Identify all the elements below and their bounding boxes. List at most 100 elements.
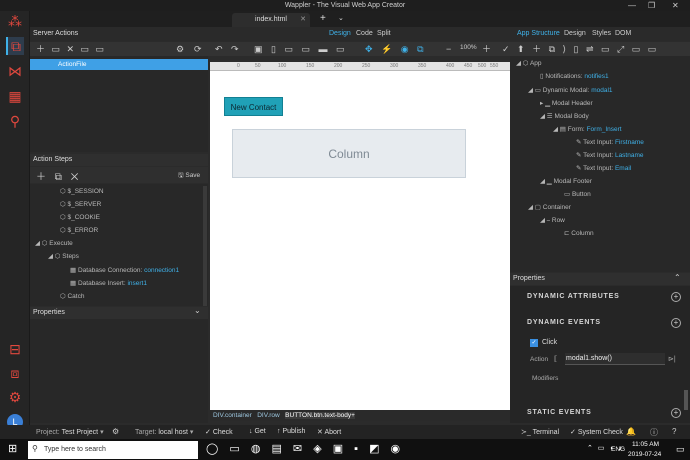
list-item[interactable]: ⬡ $_COOKIE bbox=[60, 214, 100, 222]
project-selector[interactable]: Project: Test Project ▾ bbox=[36, 428, 104, 436]
column-placeholder[interactable]: Column bbox=[232, 129, 466, 178]
mode-dom[interactable]: DOM bbox=[615, 30, 631, 37]
static-events-header[interactable]: STATIC EVENTS bbox=[527, 409, 592, 416]
tree-notifications[interactable]: ▯ Notifications: notifies1 bbox=[540, 73, 609, 81]
tree-input[interactable]: ✎ Text Input: Lastname bbox=[576, 152, 644, 160]
dynamic-attributes-header[interactable]: DYNAMIC ATTRIBUTES bbox=[527, 293, 620, 300]
target-selector[interactable]: Target: local host ▾ bbox=[135, 428, 193, 436]
execute-item[interactable]: ◢ ⬡ Execute bbox=[35, 240, 73, 248]
terminal-button[interactable]: ≻_ Terminal bbox=[521, 428, 559, 436]
maximize-icon[interactable]: ❐ bbox=[648, 0, 655, 11]
server-actions-toolbar[interactable]: ＋ ▭ ✕ ▭ ▭ bbox=[36, 42, 104, 56]
list-item[interactable]: ⬡ $_SERVER bbox=[60, 201, 101, 209]
windows-start-icon[interactable]: ⊞ bbox=[8, 442, 17, 455]
search-icon: ⚲ bbox=[32, 444, 38, 453]
tree-modal-header[interactable]: ▸ ▁ Modal Header bbox=[540, 100, 593, 108]
mode-split[interactable]: Split bbox=[377, 30, 391, 37]
publish-button[interactable]: ↑ Publish bbox=[277, 428, 305, 435]
mode-design[interactable]: Design bbox=[329, 30, 351, 37]
tree-form[interactable]: ◢ ▤ Form: Form_Insert bbox=[553, 126, 622, 134]
right-toolbar-icons[interactable]: ✓ ⬆ ＋ ⧉ ⟩ ▯ ⇌ ▭ ⤢ ▭ ▭ bbox=[502, 42, 656, 56]
panel-title-server-actions: Server Actions bbox=[33, 30, 79, 37]
mode-app-structure[interactable]: App Structure bbox=[517, 30, 560, 37]
action-input[interactable]: modal1.show() bbox=[565, 353, 665, 365]
tree-modal-footer[interactable]: ◢ ▁ Modal Footer bbox=[540, 178, 592, 186]
tree-modal[interactable]: ◢ ▭ Dynamic Modal: modal1 bbox=[528, 87, 613, 95]
action-center-icon[interactable]: ▭ bbox=[676, 444, 685, 455]
tree-modal-body[interactable]: ◢ ☰ Modal Body bbox=[540, 113, 589, 121]
search-icon[interactable]: ⚲ bbox=[6, 112, 24, 130]
mode-right-design[interactable]: Design bbox=[564, 30, 586, 37]
db-connection-item[interactable]: ▦ Database Connection: connection1 bbox=[70, 267, 179, 275]
click-checkbox[interactable]: ✓ bbox=[530, 339, 538, 347]
components-icon[interactable]: ▦ bbox=[6, 87, 24, 105]
info-icon[interactable]: ⓘ bbox=[650, 427, 658, 438]
tree-row[interactable]: ◢ ⎯ Row bbox=[540, 217, 565, 225]
gear-icon[interactable]: ⚙ bbox=[112, 427, 119, 436]
tree-input[interactable]: ✎ Text Input: Firstname bbox=[576, 139, 644, 147]
system-check-button[interactable]: ✓ System Check bbox=[570, 428, 623, 436]
add-static-event-icon[interactable]: + bbox=[671, 408, 681, 418]
get-button[interactable]: ↓ Get bbox=[249, 428, 266, 435]
save-button[interactable]: 🖫 Save bbox=[178, 171, 200, 182]
tree-column[interactable]: ⊏ Column bbox=[564, 230, 594, 238]
minimize-icon[interactable]: — bbox=[628, 0, 636, 11]
close-icon[interactable]: ✕ bbox=[672, 0, 679, 11]
add-event-icon[interactable]: + bbox=[671, 318, 681, 328]
undo-redo-icons[interactable]: ↶ ↷ bbox=[215, 42, 239, 56]
new-contact-button[interactable]: New Contact bbox=[224, 97, 283, 116]
catch-item[interactable]: ⬡ Catch bbox=[60, 293, 84, 301]
step-toolbar-icons[interactable]: ＋ ⧉ ✕ bbox=[36, 168, 78, 183]
server-action-item[interactable]: ActionFile bbox=[30, 59, 208, 70]
list-item[interactable]: ⬡ $_SESSION bbox=[60, 188, 104, 196]
clock-time[interactable]: 11:05 AM bbox=[632, 441, 659, 448]
click-event-label: Click bbox=[542, 339, 558, 346]
chevron-down-icon[interactable]: ⌄ bbox=[194, 306, 201, 315]
notifications-icon[interactable]: 🔔 bbox=[626, 427, 636, 436]
database-icon[interactable]: ⊟ bbox=[6, 340, 24, 358]
zoom-out-icon[interactable]: − bbox=[446, 42, 451, 56]
properties-right-title: Properties bbox=[510, 273, 690, 285]
settings-icon[interactable]: ⚙ bbox=[6, 388, 24, 406]
app-structure-icon[interactable]: ⁂ bbox=[6, 12, 24, 30]
properties-left-title: Properties bbox=[30, 307, 208, 319]
steps-item[interactable]: ◢ ⬡ Steps bbox=[48, 253, 79, 261]
breadcrumb-item[interactable]: BUTTON.btn.text-body+ bbox=[285, 412, 355, 419]
refresh-icon[interactable]: ⟳ bbox=[194, 42, 202, 56]
tab-label: index.html bbox=[255, 16, 287, 23]
share-icon[interactable]: ⋈ bbox=[6, 62, 24, 80]
device-icons[interactable]: ▣ ▯ ▭ ▭ ▬ ▭ bbox=[254, 42, 344, 56]
mode-styles[interactable]: Styles bbox=[592, 30, 611, 37]
check-button[interactable]: ✓ Check bbox=[205, 428, 233, 436]
tree-button[interactable]: ▭ Button bbox=[564, 191, 591, 199]
tree-app[interactable]: ◢ ⬡ App bbox=[516, 60, 542, 68]
add-attribute-icon[interactable]: + bbox=[671, 292, 681, 302]
server-connect-icon[interactable]: ⧉ bbox=[6, 37, 24, 55]
db-insert-item[interactable]: ▦ Database Insert: insert1 bbox=[70, 280, 147, 288]
chevron-down-icon[interactable]: ⌄ bbox=[338, 14, 344, 22]
tab-index-html[interactable]: index.html ✕ bbox=[232, 13, 310, 27]
help-icon[interactable]: ? bbox=[672, 427, 676, 436]
mode-code[interactable]: Code bbox=[356, 30, 373, 37]
zoom-in-icon[interactable]: ＋ bbox=[482, 42, 491, 56]
abort-button[interactable]: ✕ Abort bbox=[317, 428, 341, 436]
language-indicator[interactable]: ENG bbox=[611, 446, 625, 453]
scrollbar[interactable] bbox=[684, 390, 688, 410]
new-tab-icon[interactable]: + bbox=[320, 13, 326, 24]
breadcrumb-item[interactable]: DIV.container bbox=[213, 412, 252, 419]
code-icon[interactable]: ⟦ bbox=[554, 355, 557, 363]
tree-container[interactable]: ◢ ▢ Container bbox=[528, 204, 571, 212]
tree-input[interactable]: ✎ Text Input: Email bbox=[576, 165, 631, 173]
dynamic-events-header[interactable]: DYNAMIC EVENTS bbox=[527, 319, 601, 326]
view-toggle-icons[interactable]: ✥ ⚡ ◉ ⧉ bbox=[365, 42, 424, 56]
list-item[interactable]: ⬡ $_ERROR bbox=[60, 227, 98, 235]
tab-close-icon[interactable]: ✕ bbox=[300, 13, 306, 27]
taskbar-search-input[interactable]: Type here to search bbox=[28, 441, 198, 459]
gear-icon[interactable]: ⚙ bbox=[176, 42, 184, 56]
breadcrumb-item[interactable]: DIV.row bbox=[257, 412, 280, 419]
resources-icon[interactable]: ⧈ bbox=[6, 364, 24, 382]
action-picker-icon[interactable]: ⊳| bbox=[668, 355, 676, 363]
chevron-up-icon[interactable]: ⌃ bbox=[674, 273, 681, 282]
clock-date[interactable]: 2019-07-24 bbox=[628, 451, 661, 458]
taskbar-apps[interactable]: ◯ ▭ ◍ ▤ ✉ ◈ ▣ ▪ ◩ ◉ bbox=[206, 442, 400, 455]
